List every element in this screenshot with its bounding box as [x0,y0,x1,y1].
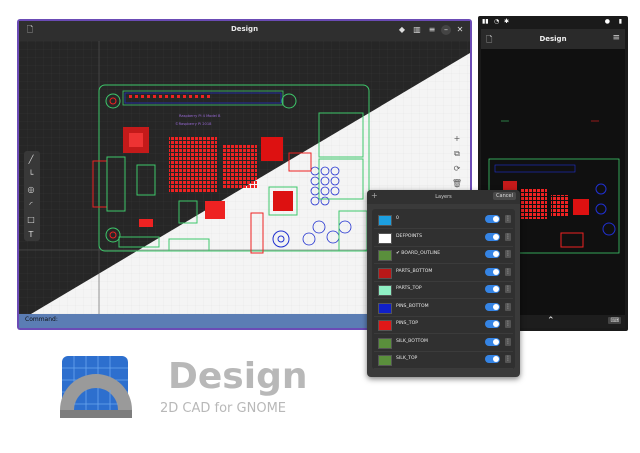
layer-menu-icon[interactable]: ⋮ [505,320,511,328]
add-icon[interactable]: + [451,133,463,145]
layer-name: 0 [396,216,399,221]
layer-menu-icon[interactable]: ⋮ [505,302,511,311]
layers-header: + Layers Cancel [367,190,520,204]
layer-row[interactable]: DEFPOINTS ⋮ [374,229,513,247]
layer-name: PINS_TOP [396,321,418,326]
layer-name: PARTS_BOTTOM [396,268,433,274]
layer-menu-icon[interactable]: ⋮ [505,355,511,363]
toggle-knob [493,251,499,257]
layer-menu-icon[interactable]: ⋮ [505,215,511,223]
rectangle-tool-icon[interactable]: □ [25,214,37,226]
layer-menu-icon[interactable]: ⋮ [505,267,511,276]
layer-color-swatch[interactable] [378,250,392,261]
minimize-icon[interactable]: – [441,25,451,35]
layer-color-swatch[interactable] [378,267,392,279]
layer-visibility-toggle[interactable] [485,337,500,346]
toggle-knob [493,321,499,327]
copy-icon[interactable]: ⧉ [451,148,463,160]
layer-visibility-toggle[interactable] [485,302,500,311]
status-bar: ▮▮ ◔ ✱ ● ▮ [478,16,628,28]
chevron-up-icon[interactable]: ⌃ [547,316,555,326]
board-label-2: ©Raspberry Pi 2018 [175,122,212,126]
keyboard-icon[interactable]: ⌨ [608,317,621,324]
toggle-knob [493,268,499,275]
layer-row[interactable]: 0 ⋮ [374,211,513,229]
layer-visibility-toggle[interactable] [485,250,500,258]
board-label-1: Raspberry Pi 4 Model B [179,114,221,118]
layer-color-swatch[interactable] [378,355,392,366]
layer-list: 0 ⋮ DEFPOINTS ⋮ ✔ BOARD_OUTLINE ⋮ PARTS_BOTTOM… [372,209,515,369]
bluetooth-icon: ✱ [504,18,510,25]
layer-row[interactable]: PINS_TOP ⋮ [374,316,513,334]
layer-row[interactable]: PINS_BOTTOM ⋮ [374,299,513,317]
layer-name: ✔ BOARD_OUTLINE [396,251,441,256]
sidebar-icon[interactable]: ▥ [412,25,422,35]
toggle-knob [493,216,499,222]
rotate-icon[interactable]: ⟳ [451,163,463,175]
cancel-button[interactable]: Cancel [493,192,516,200]
menu-icon[interactable]: ≡ [427,25,437,35]
layer-visibility-toggle[interactable] [485,285,500,293]
layer-visibility-toggle[interactable] [485,355,500,363]
layer-visibility-toggle[interactable] [485,215,500,223]
layer-menu-icon[interactable]: ⋮ [505,232,511,241]
layer-name: SILK_BOTTOM [396,338,428,344]
layer-menu-icon[interactable]: ⋮ [505,337,511,346]
layers-icon[interactable]: ◆ [397,25,407,35]
layer-row[interactable]: PARTS_BOTTOM ⋮ [374,264,513,282]
location-icon: ● [604,18,610,25]
layer-visibility-toggle[interactable] [485,232,500,241]
layer-name: SILK_TOP [396,356,418,361]
layer-color-swatch[interactable] [378,232,392,244]
mobile-title: Design [539,35,567,43]
layer-row[interactable]: SILK_TOP ⋮ [374,351,513,369]
layer-menu-icon[interactable]: ⋮ [505,250,511,258]
wifi-icon: ◔ [494,18,500,25]
app-name: Design [168,356,308,397]
delete-icon[interactable]: 🗑 [451,178,463,190]
circle-tool-icon[interactable]: ◎ [25,184,37,196]
arc-tool-icon[interactable]: ◜ [25,199,37,211]
layer-visibility-toggle[interactable] [485,320,500,328]
mobile-headerbar: 🗋 Design ≡ [481,29,625,49]
layer-color-swatch[interactable] [378,215,392,226]
toggle-knob [493,286,499,292]
layer-color-swatch[interactable] [378,285,392,296]
layer-name: DEFPOINTS [396,233,422,239]
desktop-headerbar: 🗋 Design ◆ ▥ ≡ – ✕ [19,21,470,41]
line-tool-icon[interactable]: ╱ [25,154,37,166]
layer-row[interactable]: ✔ BOARD_OUTLINE ⋮ [374,246,513,264]
layer-color-swatch[interactable] [378,320,392,331]
toggle-knob [493,233,499,240]
layer-name: PARTS_TOP [396,286,422,291]
layer-color-swatch[interactable] [378,337,392,349]
text-tool-icon[interactable]: T [25,229,37,241]
layer-color-swatch[interactable] [378,302,392,314]
polyline-tool-icon[interactable]: └ [25,169,37,181]
toggle-knob [493,356,499,362]
app-logo [60,356,132,418]
close-icon[interactable]: ✕ [455,25,465,35]
command-label: Command: [25,316,58,323]
toggle-knob [493,303,499,310]
app-tagline: 2D CAD for GNOME [160,401,286,416]
layer-visibility-toggle[interactable] [485,267,500,276]
signal-icon: ▮▮ [482,18,489,25]
menu-icon[interactable]: ≡ [612,33,620,43]
battery-icon: ▮ [618,18,622,25]
layer-menu-icon[interactable]: ⋮ [505,285,511,293]
layer-row[interactable]: PARTS_TOP ⋮ [374,281,513,299]
toggle-knob [493,338,499,345]
layers-dialog: + Layers Cancel 0 ⋮ DEFPOINTS ⋮ ✔ BOARD_OUTL… [367,190,520,377]
layer-row[interactable]: SILK_BOTTOM ⋮ [374,334,513,352]
layer-name: PINS_BOTTOM [396,303,429,309]
